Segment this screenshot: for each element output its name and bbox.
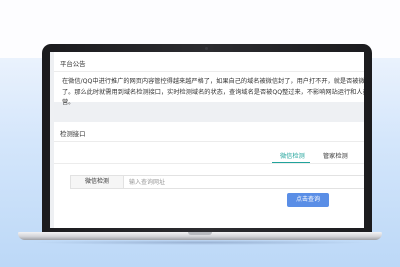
notice-title: 平台公告 [60, 60, 86, 68]
tab-wechat-check[interactable]: 微信检测 [280, 151, 305, 160]
tabs-divider [54, 163, 364, 164]
tab-guanjia-check[interactable]: 管家检测 [323, 151, 348, 160]
notice-panel: 平台公告 在微信/QQ中进行推广的网页内容管控得越来越严格了，如果自己的域名被微… [54, 52, 364, 106]
url-input[interactable] [129, 176, 329, 188]
input-addon-label: 微信检测 [71, 176, 124, 188]
detector-title: 检测接口 [60, 130, 86, 138]
laptop-shadow [30, 240, 370, 245]
url-input-group: 微信检测 [70, 175, 364, 189]
notice-divider [54, 71, 364, 72]
query-button[interactable]: 点击查询 [287, 193, 329, 207]
camera-icon [205, 47, 208, 50]
notice-body: 在微信/QQ中进行推广的网页内容管控得越来越严格了，如果自己的域名被微信封了，用… [62, 78, 364, 106]
laptop-screen: 平台公告 在微信/QQ中进行推广的网页内容管控得越来越严格了，如果自己的域名被微… [50, 52, 364, 228]
detector-panel: 检测接口 微信检测 管家检测 微信检测 [54, 122, 364, 228]
laptop-base [18, 232, 382, 240]
detector-divider [54, 141, 364, 142]
laptop-notch [188, 232, 212, 235]
